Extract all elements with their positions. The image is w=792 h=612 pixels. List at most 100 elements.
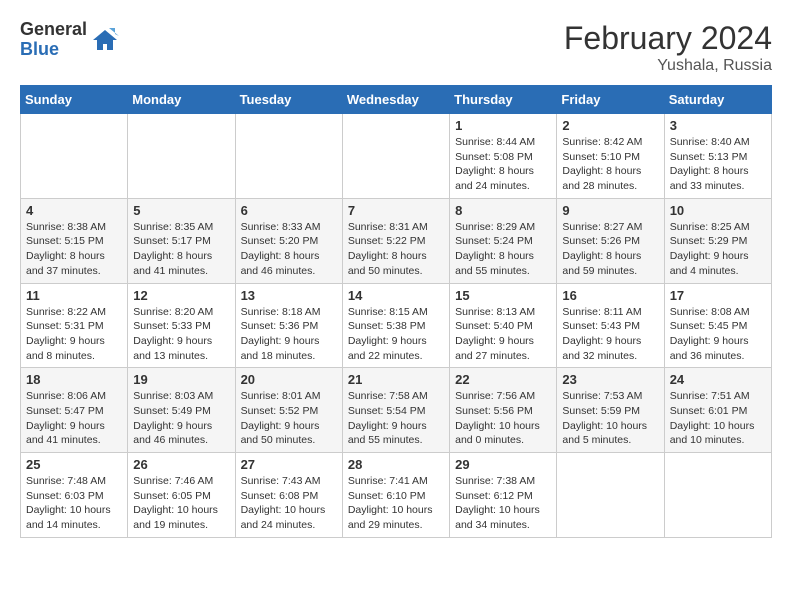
day-number: 27 [241, 457, 337, 472]
day-number: 21 [348, 372, 444, 387]
day-number: 4 [26, 203, 122, 218]
day-number: 7 [348, 203, 444, 218]
day-info: Sunrise: 8:01 AM Sunset: 5:52 PM Dayligh… [241, 389, 337, 448]
day-number: 8 [455, 203, 551, 218]
calendar-cell [235, 114, 342, 199]
day-info: Sunrise: 7:51 AM Sunset: 6:01 PM Dayligh… [670, 389, 766, 448]
header-monday: Monday [128, 86, 235, 114]
day-info: Sunrise: 8:35 AM Sunset: 5:17 PM Dayligh… [133, 220, 229, 279]
calendar-table: SundayMondayTuesdayWednesdayThursdayFrid… [20, 85, 772, 538]
day-info: Sunrise: 7:46 AM Sunset: 6:05 PM Dayligh… [133, 474, 229, 533]
day-number: 11 [26, 288, 122, 303]
calendar-week-row: 11 Sunrise: 8:22 AM Sunset: 5:31 PM Dayli… [21, 283, 772, 368]
day-number: 18 [26, 372, 122, 387]
calendar-cell: 16 Sunrise: 8:11 AM Sunset: 5:43 PM Dayli… [557, 283, 664, 368]
calendar-cell [128, 114, 235, 199]
logo-general: General [20, 20, 87, 40]
day-number: 16 [562, 288, 658, 303]
location: Yushala, Russia [564, 57, 772, 75]
day-info: Sunrise: 8:18 AM Sunset: 5:36 PM Dayligh… [241, 305, 337, 364]
day-info: Sunrise: 8:38 AM Sunset: 5:15 PM Dayligh… [26, 220, 122, 279]
day-info: Sunrise: 7:38 AM Sunset: 6:12 PM Dayligh… [455, 474, 551, 533]
day-info: Sunrise: 8:22 AM Sunset: 5:31 PM Dayligh… [26, 305, 122, 364]
day-number: 2 [562, 118, 658, 133]
day-info: Sunrise: 7:43 AM Sunset: 6:08 PM Dayligh… [241, 474, 337, 533]
calendar-cell: 12 Sunrise: 8:20 AM Sunset: 5:33 PM Dayli… [128, 283, 235, 368]
calendar-cell: 11 Sunrise: 8:22 AM Sunset: 5:31 PM Dayli… [21, 283, 128, 368]
day-number: 13 [241, 288, 337, 303]
logo-blue: Blue [20, 40, 87, 60]
day-number: 26 [133, 457, 229, 472]
day-info: Sunrise: 8:11 AM Sunset: 5:43 PM Dayligh… [562, 305, 658, 364]
calendar-cell: 8 Sunrise: 8:29 AM Sunset: 5:24 PM Daylig… [450, 198, 557, 283]
day-number: 25 [26, 457, 122, 472]
calendar-cell: 3 Sunrise: 8:40 AM Sunset: 5:13 PM Daylig… [664, 114, 771, 199]
header-saturday: Saturday [664, 86, 771, 114]
calendar-week-row: 18 Sunrise: 8:06 AM Sunset: 5:47 PM Dayli… [21, 368, 772, 453]
day-number: 23 [562, 372, 658, 387]
day-number: 20 [241, 372, 337, 387]
header-tuesday: Tuesday [235, 86, 342, 114]
calendar-cell: 28Sunrise: 7:41 AM Sunset: 6:10 PM Dayli… [342, 453, 449, 538]
calendar-week-row: 4 Sunrise: 8:38 AM Sunset: 5:15 PM Daylig… [21, 198, 772, 283]
calendar-cell: 1Sunrise: 8:44 AM Sunset: 5:08 PM Daylig… [450, 114, 557, 199]
calendar-cell: 23 Sunrise: 7:53 AM Sunset: 5:59 PM Dayli… [557, 368, 664, 453]
calendar-cell: 14 Sunrise: 8:15 AM Sunset: 5:38 PM Dayli… [342, 283, 449, 368]
day-info: Sunrise: 8:40 AM Sunset: 5:13 PM Dayligh… [670, 135, 766, 194]
calendar-header-row: SundayMondayTuesdayWednesdayThursdayFrid… [21, 86, 772, 114]
calendar-cell: 20 Sunrise: 8:01 AM Sunset: 5:52 PM Dayli… [235, 368, 342, 453]
day-info: Sunrise: 8:25 AM Sunset: 5:29 PM Dayligh… [670, 220, 766, 279]
day-info: Sunrise: 8:33 AM Sunset: 5:20 PM Dayligh… [241, 220, 337, 279]
calendar-cell [664, 453, 771, 538]
day-info: Sunrise: 7:56 AM Sunset: 5:56 PM Dayligh… [455, 389, 551, 448]
day-number: 6 [241, 203, 337, 218]
day-info: Sunrise: 8:03 AM Sunset: 5:49 PM Dayligh… [133, 389, 229, 448]
calendar-cell: 29 Sunrise: 7:38 AM Sunset: 6:12 PM Dayli… [450, 453, 557, 538]
day-number: 29 [455, 457, 551, 472]
day-info: Sunrise: 8:42 AM Sunset: 5:10 PM Dayligh… [562, 135, 658, 194]
calendar-cell: 6 Sunrise: 8:33 AM Sunset: 5:20 PM Daylig… [235, 198, 342, 283]
day-info: Sunrise: 7:48 AM Sunset: 6:03 PM Dayligh… [26, 474, 122, 533]
main-title: February 2024 [564, 20, 772, 57]
calendar-cell: 19Sunrise: 8:03 AM Sunset: 5:49 PM Dayli… [128, 368, 235, 453]
day-info: Sunrise: 8:20 AM Sunset: 5:33 PM Dayligh… [133, 305, 229, 364]
day-number: 5 [133, 203, 229, 218]
logo: General Blue [20, 20, 119, 60]
calendar-cell [21, 114, 128, 199]
calendar-cell [342, 114, 449, 199]
day-number: 14 [348, 288, 444, 303]
day-info: Sunrise: 8:27 AM Sunset: 5:26 PM Dayligh… [562, 220, 658, 279]
day-number: 10 [670, 203, 766, 218]
title-block: February 2024 Yushala, Russia [564, 20, 772, 75]
header-friday: Friday [557, 86, 664, 114]
calendar-week-row: 25 Sunrise: 7:48 AM Sunset: 6:03 PM Dayli… [21, 453, 772, 538]
calendar-cell: 26 Sunrise: 7:46 AM Sunset: 6:05 PM Dayli… [128, 453, 235, 538]
header-wednesday: Wednesday [342, 86, 449, 114]
day-info: Sunrise: 7:41 AM Sunset: 6:10 PM Dayligh… [348, 474, 444, 533]
calendar-cell: 10 Sunrise: 8:25 AM Sunset: 5:29 PM Dayli… [664, 198, 771, 283]
day-info: Sunrise: 8:29 AM Sunset: 5:24 PM Dayligh… [455, 220, 551, 279]
calendar-week-row: 1Sunrise: 8:44 AM Sunset: 5:08 PM Daylig… [21, 114, 772, 199]
calendar-cell: 25 Sunrise: 7:48 AM Sunset: 6:03 PM Dayli… [21, 453, 128, 538]
calendar-cell: 22 Sunrise: 7:56 AM Sunset: 5:56 PM Dayli… [450, 368, 557, 453]
day-info: Sunrise: 8:15 AM Sunset: 5:38 PM Dayligh… [348, 305, 444, 364]
day-number: 22 [455, 372, 551, 387]
day-number: 12 [133, 288, 229, 303]
logo-icon [91, 26, 119, 54]
header-thursday: Thursday [450, 86, 557, 114]
calendar-cell: 7Sunrise: 8:31 AM Sunset: 5:22 PM Daylig… [342, 198, 449, 283]
day-number: 15 [455, 288, 551, 303]
calendar-cell: 15Sunrise: 8:13 AM Sunset: 5:40 PM Dayli… [450, 283, 557, 368]
calendar-cell: 27 Sunrise: 7:43 AM Sunset: 6:08 PM Dayli… [235, 453, 342, 538]
calendar-cell: 9Sunrise: 8:27 AM Sunset: 5:26 PM Daylig… [557, 198, 664, 283]
calendar-cell: 21Sunrise: 7:58 AM Sunset: 5:54 PM Dayli… [342, 368, 449, 453]
page-header: General Blue February 2024 Yushala, Russ… [20, 20, 772, 75]
calendar-cell: 24Sunrise: 7:51 AM Sunset: 6:01 PM Dayli… [664, 368, 771, 453]
day-number: 17 [670, 288, 766, 303]
day-number: 3 [670, 118, 766, 133]
day-info: Sunrise: 7:53 AM Sunset: 5:59 PM Dayligh… [562, 389, 658, 448]
calendar-cell: 2 Sunrise: 8:42 AM Sunset: 5:10 PM Daylig… [557, 114, 664, 199]
day-info: Sunrise: 8:06 AM Sunset: 5:47 PM Dayligh… [26, 389, 122, 448]
day-info: Sunrise: 8:44 AM Sunset: 5:08 PM Dayligh… [455, 135, 551, 194]
day-info: Sunrise: 8:08 AM Sunset: 5:45 PM Dayligh… [670, 305, 766, 364]
